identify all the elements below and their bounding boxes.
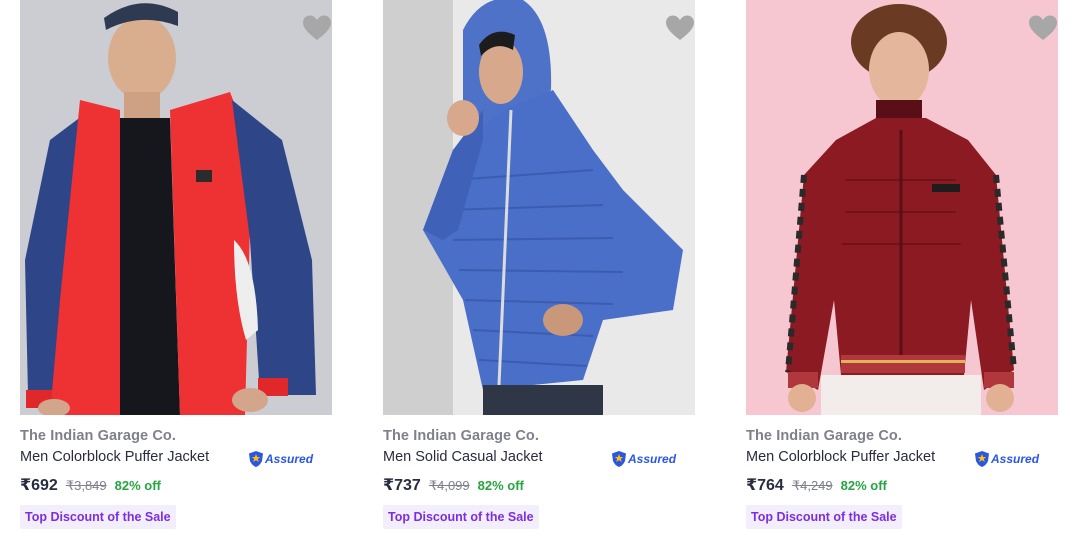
discount-percent: 82% off [114, 478, 161, 493]
discount-percent: 82% off [840, 478, 887, 493]
product-title[interactable]: Men Colorblock Puffer Jacket [746, 449, 935, 465]
price-row: ₹764 ₹4,249 82% off [746, 475, 887, 495]
assured-badge: Assured [974, 449, 1039, 469]
price-row: ₹692 ₹3,849 82% off [20, 475, 161, 495]
product-image[interactable] [746, 0, 1058, 415]
product-card[interactable]: The Indian Garage Co. Men Colorblock Puf… [20, 0, 332, 536]
heart-icon [303, 15, 331, 40]
offer-tag: Top Discount of the Sale [20, 505, 176, 529]
selling-price: ₹692 [20, 477, 58, 494]
assured-shield-icon [612, 451, 626, 467]
product-card[interactable]: The Indian Garage Co. Men Colorblock Puf… [746, 0, 1058, 536]
product-image[interactable] [20, 0, 332, 415]
heart-icon [666, 15, 694, 40]
assured-shield-icon [249, 451, 263, 467]
assured-label: Assured [628, 452, 677, 466]
price-row: ₹737 ₹4,099 82% off [383, 475, 524, 495]
wishlist-button[interactable] [665, 14, 695, 42]
product-brand: The Indian Garage Co. [20, 428, 176, 444]
assured-label: Assured [991, 452, 1040, 466]
wishlist-button[interactable] [302, 14, 332, 42]
product-card[interactable]: The Indian Garage Co. Men Solid Casual J… [383, 0, 695, 536]
original-price: ₹3,849 [65, 478, 107, 493]
wishlist-button[interactable] [1028, 14, 1058, 42]
selling-price: ₹764 [746, 477, 784, 494]
assured-badge: Assured [611, 449, 676, 469]
heart-icon [1029, 15, 1057, 40]
offer-tag: Top Discount of the Sale [383, 505, 539, 529]
assured-badge: Assured [248, 449, 313, 469]
product-title[interactable]: Men Solid Casual Jacket [383, 449, 543, 465]
original-price: ₹4,249 [791, 478, 833, 493]
assured-label: Assured [265, 452, 314, 466]
offer-tag: Top Discount of the Sale [746, 505, 902, 529]
product-grid: The Indian Garage Co. Men Colorblock Puf… [0, 0, 1089, 536]
product-brand: The Indian Garage Co. [383, 428, 539, 444]
original-price: ₹4,099 [428, 478, 470, 493]
product-brand: The Indian Garage Co. [746, 428, 902, 444]
product-title[interactable]: Men Colorblock Puffer Jacket [20, 449, 209, 465]
product-image[interactable] [383, 0, 695, 415]
selling-price: ₹737 [383, 477, 421, 494]
discount-percent: 82% off [477, 478, 524, 493]
assured-shield-icon [975, 451, 989, 467]
